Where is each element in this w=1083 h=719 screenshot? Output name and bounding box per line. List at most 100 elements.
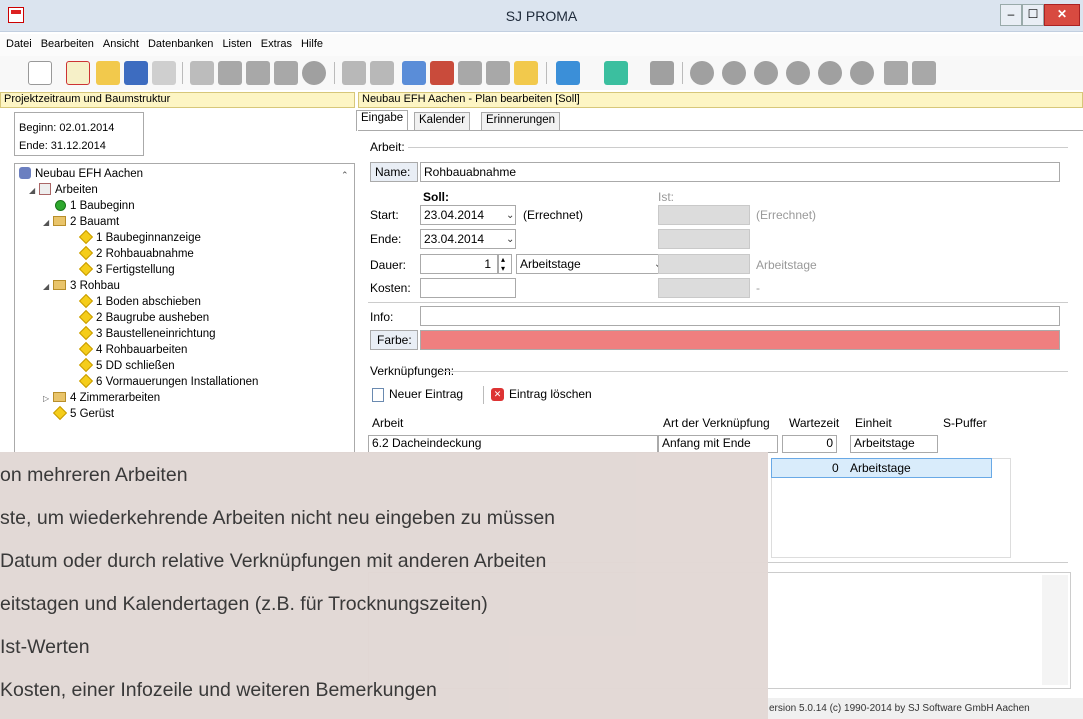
feature-overlay: on mehreren Arbeiten ste, um wiederkehre… [0,452,768,719]
maximize-button[interactable]: ☐ [1022,4,1044,26]
tree-item[interactable]: ◢ 2 Bauamt [43,215,119,229]
start-date-field[interactable]: 23.04.2014 [420,205,516,225]
tree-item[interactable]: 5 DD schließen [78,357,175,373]
col-art: Art der Verknüpfung [663,416,770,430]
collapse-icon[interactable]: ◢ [29,184,39,198]
new-entry-icon [372,388,384,402]
chart-icon[interactable] [604,61,628,85]
collapse-icon[interactable]: ◢ [43,216,53,230]
overlay-line: eitstagen und Kalendertagen (z.B. für Tr… [0,593,488,615]
tree-item-selected[interactable]: 2 Rohbauabnahme [78,245,194,261]
farbe-button[interactable]: Farbe: [370,330,418,350]
dropdown-icon[interactable]: ⌄ [506,234,514,245]
project-dates: Beginn: 02.01.2014 Ende: 31.12.2014 [14,112,144,156]
cut-icon[interactable] [190,61,214,85]
tree-item[interactable]: ◢ 3 Rohbau [43,279,120,293]
print-icon[interactable] [152,61,176,85]
soll-heading: Soll: [423,190,449,204]
link-arbeit-select[interactable]: 6.2 Dacheindeckung [368,435,658,453]
color-swatch[interactable] [420,330,1060,350]
nav-back-icon[interactable] [754,61,778,85]
end-date-field[interactable]: 23.04.2014 [420,229,516,249]
ist-cost-field [658,278,750,298]
paste-icon[interactable] [246,61,270,85]
name-field[interactable]: Rohbauabnahme [420,162,1060,182]
disconnect-icon[interactable] [370,61,394,85]
tab-erinnerungen[interactable]: Erinnerungen [481,112,561,130]
menu-ansicht[interactable]: Ansicht [100,34,142,54]
tree-item[interactable]: 4 Rohbauarbeiten [78,341,187,357]
zoom-out-icon[interactable] [912,61,936,85]
expand-icon[interactable]: ▷ [43,392,53,406]
wait-field[interactable]: 0 [782,435,837,453]
minimize-button[interactable]: – [1000,4,1022,26]
new-document-icon[interactable] [28,61,52,85]
new-entry-button[interactable]: Neuer Eintrag [389,387,463,401]
overlay-line: Datum oder durch relative Verknüpfungen … [0,550,547,572]
task-diamond-icon [78,373,94,389]
save-icon[interactable] [124,61,148,85]
copy-icon[interactable] [218,61,242,85]
menu-listen[interactable]: Listen [219,34,254,54]
menu-extras[interactable]: Extras [258,34,295,54]
folder-icon [53,216,66,226]
nav-first-icon[interactable] [690,61,714,85]
tab-kalender[interactable]: Kalender [414,112,471,130]
tree-item[interactable]: ▷ 4 Zimmerarbeiten [43,391,160,405]
nav-prev-icon[interactable] [722,61,746,85]
menu-datei[interactable]: Datei [3,34,35,54]
overlay-line: Kosten, einer Infozeile und weiteren Bem… [0,679,437,701]
right-panel-header: Neubau EFH Aachen - Plan bearbeiten [Sol… [358,92,1083,108]
scroll-up-icon[interactable]: ⌃ [341,170,349,181]
tool-icon[interactable] [650,61,674,85]
close-button[interactable]: ✕ [1044,4,1080,26]
menu-hilfe[interactable]: Hilfe [298,34,326,54]
name-label: Name: [370,162,418,182]
tree-item[interactable]: ◢ Arbeiten [29,183,98,197]
calendar-icon[interactable] [430,61,454,85]
duration-unit-select[interactable]: Arbeitstage [516,254,666,274]
nav-forward-icon[interactable] [786,61,810,85]
text-icon[interactable] [66,61,90,85]
clipboard-icon[interactable] [274,61,298,85]
tree-item[interactable]: 2 Baugrube ausheben [78,309,209,325]
dropdown-icon[interactable]: ⌄ [506,210,514,221]
connect-icon[interactable] [342,61,366,85]
notes-scrollbar[interactable] [1042,575,1068,685]
stop-icon[interactable] [302,61,326,85]
tree-item[interactable]: 1 Baubeginnanzeige [78,229,201,245]
image-icon[interactable] [486,61,510,85]
tree-item[interactable]: 5 Gerüst [52,405,114,421]
delete-entry-button[interactable]: Eintrag löschen [509,387,592,401]
duration-spinner-icon[interactable]: ▴ ▾ [498,254,512,274]
tab-eingabe[interactable]: Eingabe [356,110,409,131]
nav-next-icon[interactable] [818,61,842,85]
tree-item[interactable]: 6 Vormauerungen Installationen [78,373,258,389]
duration-field[interactable]: 1 [420,254,498,274]
grid-icon[interactable] [556,61,580,85]
tree-item[interactable]: 1 Baubeginn [55,199,135,213]
view-icon[interactable] [458,61,482,85]
delete-entry-icon: ✕ [491,388,504,401]
cost-field[interactable] [420,278,516,298]
tree-item[interactable]: 1 Boden abschieben [78,293,201,309]
zoom-in-icon[interactable] [884,61,908,85]
window-title: SJ PROMA [505,8,578,24]
table-row[interactable]: 0 Arbeitstage [771,458,992,478]
menu-datenbanken[interactable]: Datenbanken [145,34,216,54]
collapse-icon[interactable]: ◢ [43,280,53,294]
link-type-select[interactable]: Anfang mit Ende [658,435,778,453]
tree-item[interactable]: Neubau EFH Aachen [19,167,143,181]
wait-unit-select[interactable]: Arbeitstage [850,435,938,453]
menu-bearbeiten[interactable]: Bearbeiten [38,34,97,54]
status-bar: ersion 5.0.14 (c) 1990-2014 by SJ Softwa… [766,698,1083,719]
tree-item[interactable]: 3 Baustelleneinrichtung [78,325,216,341]
tree-item[interactable]: 3 Fertigstellung [78,261,175,277]
folder-icon[interactable] [514,61,538,85]
nav-last-icon[interactable] [850,61,874,85]
task-icon[interactable] [402,61,426,85]
errechnet-label: (Errechnet) [523,208,584,222]
info-field[interactable] [420,306,1060,326]
task-diamond-icon [52,405,68,421]
open-folder-icon[interactable] [96,61,120,85]
